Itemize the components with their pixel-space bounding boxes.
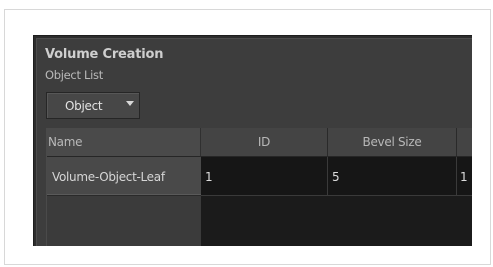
table-row-bevel-size-cell[interactable]: 5	[328, 157, 457, 196]
object-list-label: Object List	[45, 68, 103, 82]
panel-body: Volume Creation Object List Object Name …	[36, 38, 472, 246]
triangle-down-icon	[126, 101, 134, 106]
panel-title: Volume Creation	[45, 47, 164, 62]
column-header-bevel-size[interactable]: Bevel Size	[328, 128, 457, 157]
volume-creation-panel: Volume Creation Object List Object Name …	[33, 35, 472, 246]
column-header-name[interactable]: Name	[47, 128, 201, 157]
table-row-id-cell[interactable]: 1	[201, 157, 328, 196]
object-type-dropdown[interactable]: Object	[46, 92, 140, 119]
object-list-table: Name ID Bevel Size Volume-Object-Leaf 1 …	[46, 128, 472, 246]
table-row-name-cell[interactable]: Volume-Object-Leaf	[47, 157, 201, 196]
column-header-id[interactable]: ID	[201, 128, 328, 157]
column-header-extra[interactable]	[457, 128, 472, 157]
table-row-extra-cell[interactable]: 1	[457, 157, 472, 196]
dropdown-selected-value: Object	[65, 99, 103, 113]
